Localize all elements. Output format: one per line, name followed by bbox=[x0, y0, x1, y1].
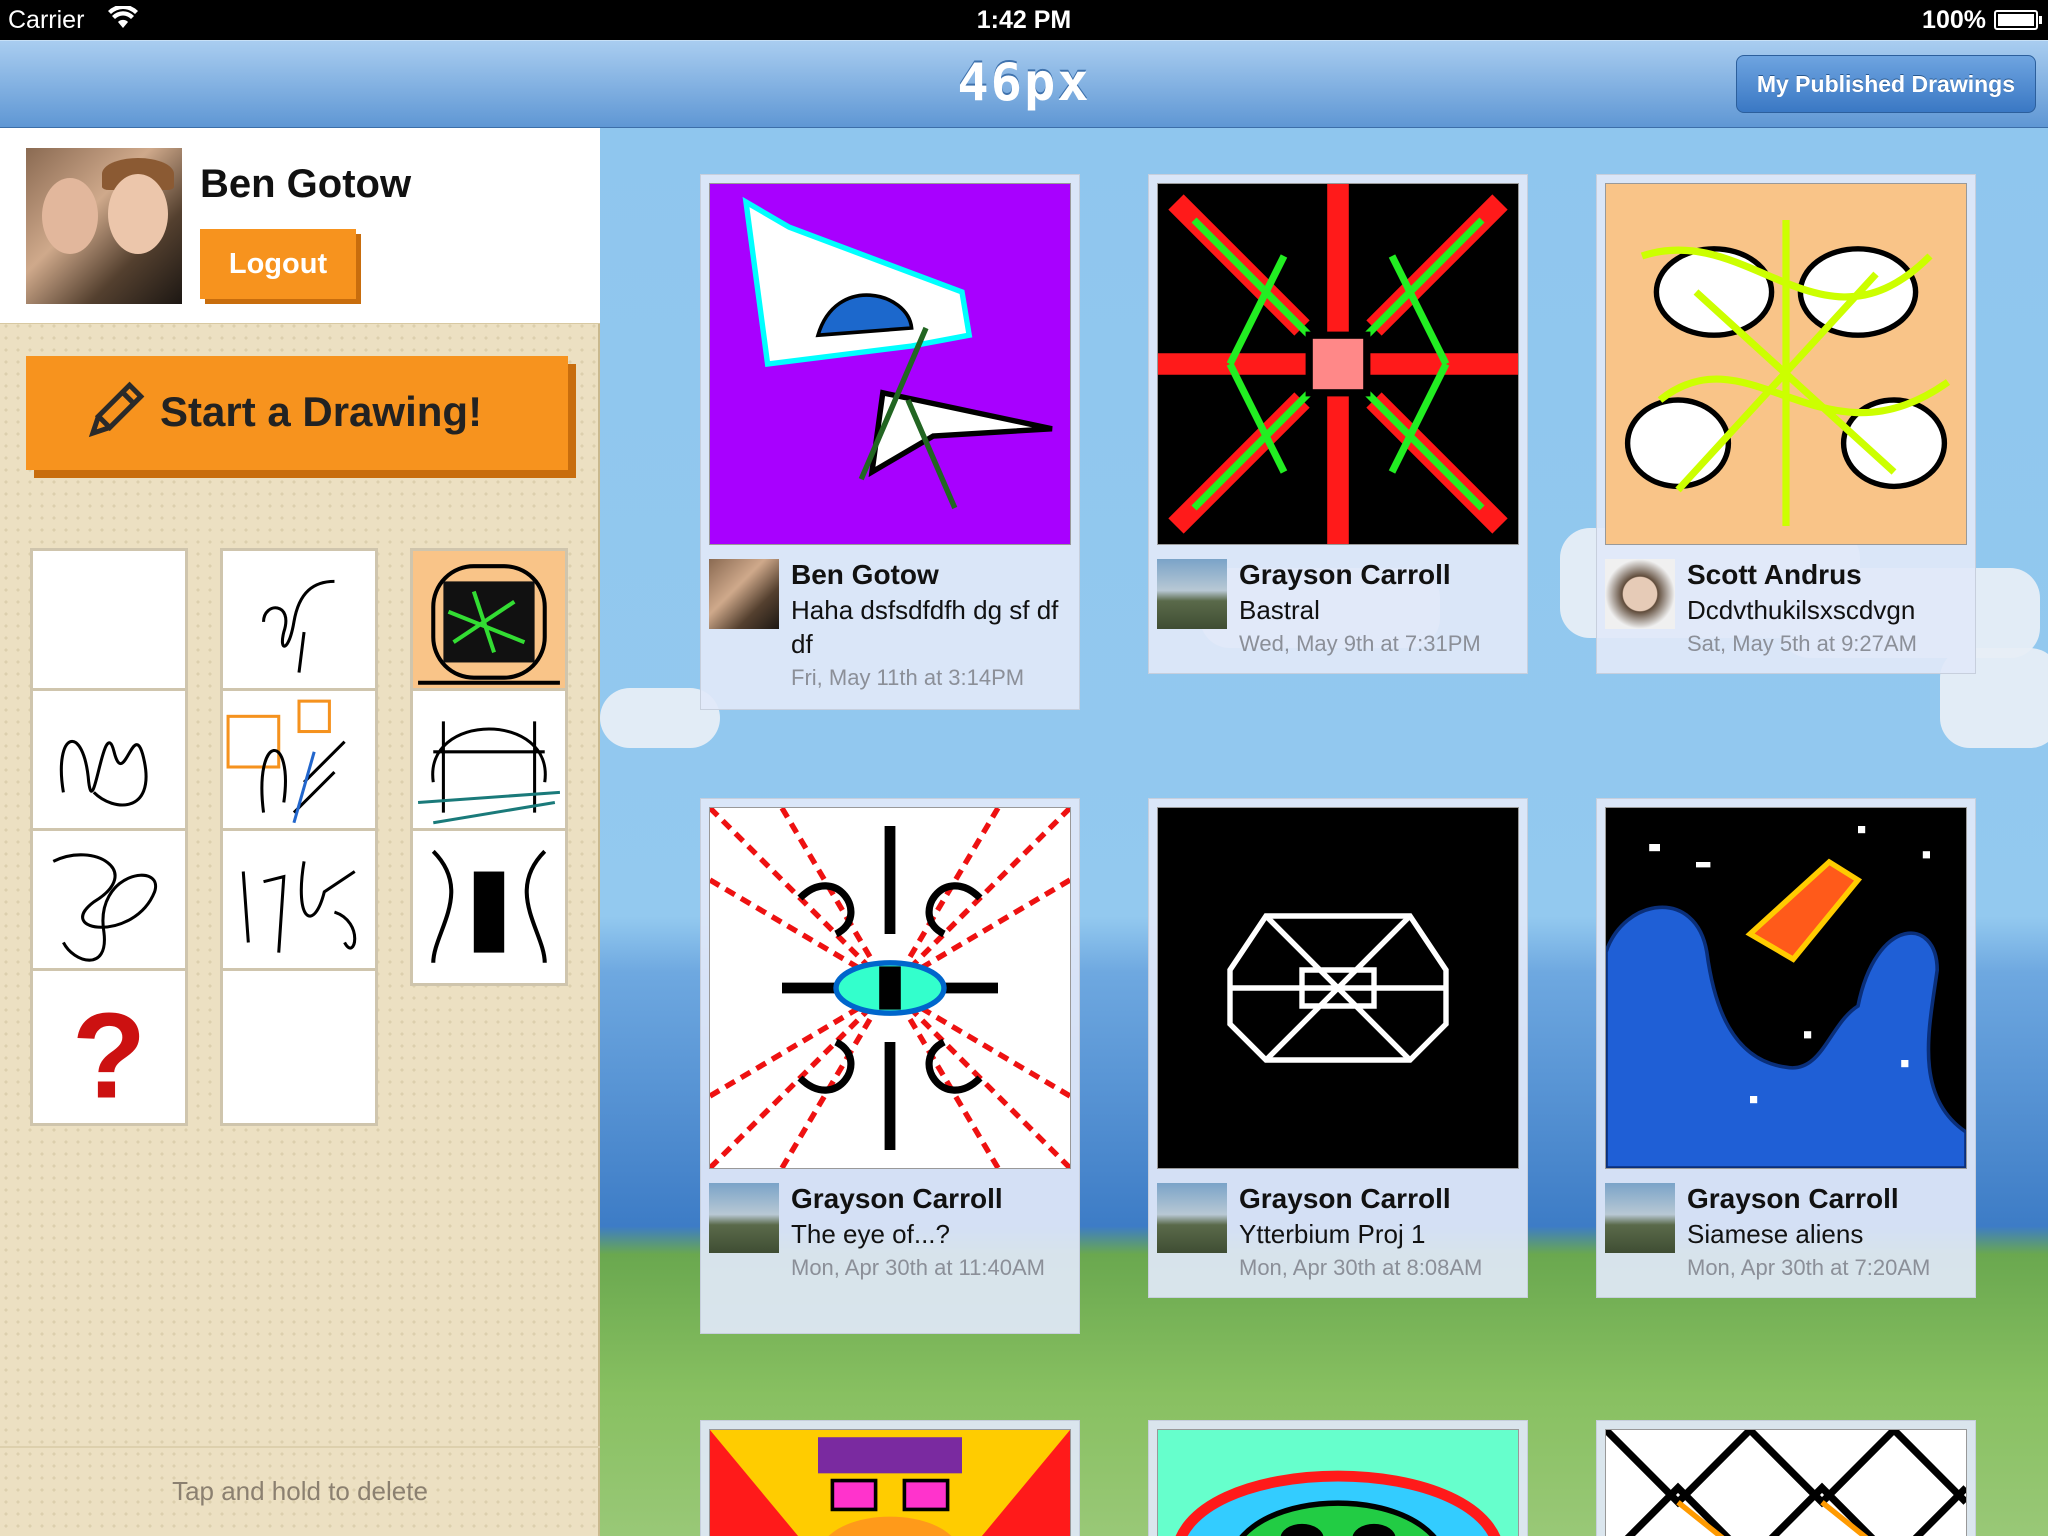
card-date: Sat, May 5th at 9:27AM bbox=[1687, 631, 1917, 656]
gallery: Ben Gotow Haha dsfsdfdfh dg sf df df Fri… bbox=[600, 128, 2048, 1536]
drawing-card[interactable]: Grayson Carroll Ytterbium Proj 1 Mon, Ap… bbox=[1148, 798, 1528, 1298]
drawing-card[interactable]: Scott Andrus Dcdvthukilsxscdvgn Sat, May… bbox=[1596, 174, 1976, 674]
drawing-art bbox=[1157, 807, 1519, 1169]
svg-text:?: ? bbox=[72, 988, 146, 1123]
drawing-thumbnail[interactable]: ? bbox=[30, 968, 188, 1126]
card-date: Mon, Apr 30th at 7:20AM bbox=[1687, 1255, 1931, 1280]
my-published-drawings-button[interactable]: My Published Drawings bbox=[1735, 55, 2036, 113]
card-author: Scott Andrus bbox=[1687, 559, 1862, 590]
battery-percent: 100% bbox=[1922, 6, 1986, 34]
drawing-art bbox=[709, 183, 1071, 545]
drawing-thumbnail[interactable] bbox=[410, 688, 568, 846]
nav-bar: 46px My Published Drawings bbox=[0, 40, 2048, 128]
card-caption: Dcdvthukilsxscdvgn bbox=[1687, 595, 1916, 625]
author-avatar bbox=[1605, 1183, 1675, 1253]
pencil-icon bbox=[82, 380, 146, 454]
drawing-card[interactable] bbox=[1148, 1420, 1528, 1536]
card-date: Mon, Apr 30th at 11:40AM bbox=[791, 1255, 1045, 1280]
drawing-thumbnail[interactable] bbox=[220, 968, 378, 1126]
drawing-art bbox=[1157, 183, 1519, 545]
card-date: Fri, May 11th at 3:14PM bbox=[791, 665, 1025, 690]
avatar bbox=[26, 148, 182, 304]
drawing-card[interactable]: Grayson Carroll Siamese aliens Mon, Apr … bbox=[1596, 798, 1976, 1298]
card-author: Grayson Carroll bbox=[791, 1183, 1003, 1214]
drawing-card[interactable]: Ben Gotow Haha dsfsdfdfh dg sf df df Fri… bbox=[700, 174, 1080, 710]
delete-hint: Tap and hold to delete bbox=[172, 1476, 428, 1506]
sidebar: Ben Gotow Logout Start a Drawing! ? Tap … bbox=[0, 128, 600, 1536]
drawing-art bbox=[1605, 1429, 1967, 1536]
drawing-card[interactable]: Grayson Carroll The eye of...? Mon, Apr … bbox=[700, 798, 1080, 1334]
drawing-art bbox=[1605, 807, 1967, 1169]
drawing-card[interactable] bbox=[700, 1420, 1080, 1536]
author-avatar bbox=[709, 559, 779, 629]
start-drawing-button[interactable]: Start a Drawing! bbox=[26, 356, 568, 470]
drawing-thumbnail[interactable] bbox=[220, 548, 378, 706]
drawing-thumbnail[interactable] bbox=[30, 828, 188, 986]
drawing-thumbnail[interactable] bbox=[220, 688, 378, 846]
card-author: Grayson Carroll bbox=[1687, 1183, 1899, 1214]
start-drawing-label: Start a Drawing! bbox=[160, 388, 483, 435]
drawing-art bbox=[1605, 183, 1967, 545]
card-caption: Haha dsfsdfdfh dg sf df df bbox=[791, 595, 1059, 659]
card-author: Grayson Carroll bbox=[1239, 559, 1451, 590]
user-name: Ben Gotow bbox=[200, 162, 412, 206]
card-date: Mon, Apr 30th at 8:08AM bbox=[1239, 1255, 1483, 1280]
drawing-card[interactable]: Grayson Carroll Bastral Wed, May 9th at … bbox=[1148, 174, 1528, 674]
logout-button[interactable]: Logout bbox=[200, 229, 356, 299]
card-caption: Siamese aliens bbox=[1687, 1219, 1864, 1249]
drawing-card[interactable] bbox=[1596, 1420, 1976, 1536]
clock: 1:42 PM bbox=[976, 6, 1072, 34]
author-avatar bbox=[709, 1183, 779, 1253]
card-caption: Ytterbium Proj 1 bbox=[1239, 1219, 1426, 1249]
drawing-thumbnail[interactable] bbox=[30, 688, 188, 846]
author-avatar bbox=[1157, 559, 1227, 629]
sidebar-divider bbox=[0, 1446, 600, 1448]
drawing-art bbox=[709, 1429, 1071, 1536]
card-caption: The eye of...? bbox=[791, 1219, 950, 1249]
drawing-art bbox=[1157, 1429, 1519, 1536]
card-caption: Bastral bbox=[1239, 595, 1320, 625]
drawing-thumbnail[interactable] bbox=[220, 828, 378, 986]
card-author: Ben Gotow bbox=[791, 559, 939, 590]
drawing-thumbnail[interactable] bbox=[30, 548, 188, 706]
drawing-art bbox=[709, 807, 1071, 1169]
drawing-thumbnail[interactable] bbox=[410, 828, 568, 986]
author-avatar bbox=[1157, 1183, 1227, 1253]
author-avatar bbox=[1605, 559, 1675, 629]
card-date: Wed, May 9th at 7:31PM bbox=[1239, 631, 1481, 656]
drawing-thumbnail[interactable] bbox=[410, 548, 568, 706]
profile-panel: Ben Gotow Logout bbox=[0, 128, 600, 324]
battery-icon bbox=[1994, 10, 2042, 30]
status-bar: Carrier 1:42 PM 100% bbox=[0, 0, 2048, 40]
card-author: Grayson Carroll bbox=[1239, 1183, 1451, 1214]
